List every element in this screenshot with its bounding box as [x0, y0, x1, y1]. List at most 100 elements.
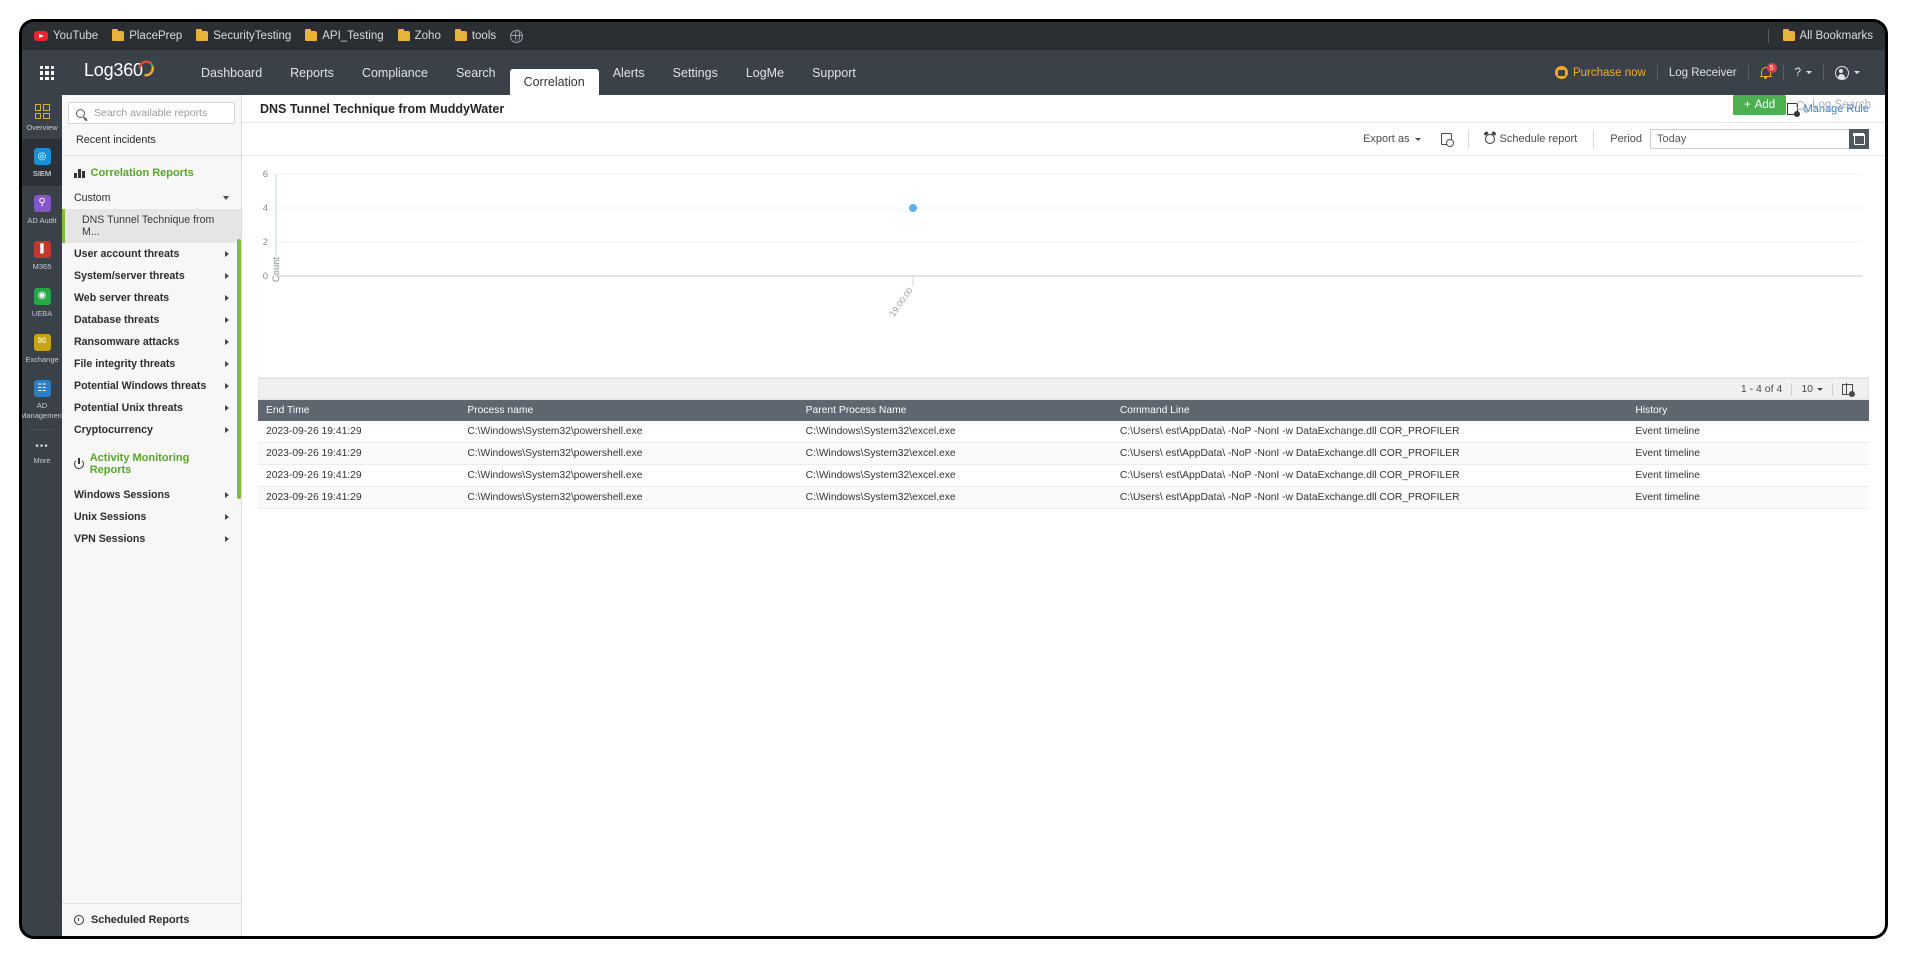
- cell-history-link[interactable]: Event timeline: [1627, 421, 1869, 443]
- sidebar-item-file-integrity-threats[interactable]: File integrity threats: [62, 353, 241, 375]
- divider: [1467, 130, 1469, 148]
- exchange-icon: ✉: [33, 333, 51, 351]
- rail-item-exchange[interactable]: ✉ Exchange: [22, 325, 62, 371]
- cell-history-link[interactable]: Event timeline: [1627, 442, 1869, 465]
- cart-icon: [1554, 66, 1568, 79]
- cell-history-link[interactable]: Event timeline: [1627, 486, 1869, 509]
- rail-item-ad-audit[interactable]: ⚲ AD Audit: [22, 186, 62, 232]
- sidebar-item-unix-sessions[interactable]: Unix Sessions: [62, 506, 241, 528]
- data-point[interactable]: [909, 204, 917, 212]
- export-history-button[interactable]: [1431, 133, 1462, 147]
- bell-icon: 5: [1759, 63, 1777, 79]
- sidebar-item-label: Web server threats: [74, 292, 170, 304]
- bookmark-api-testing[interactable]: API_Testing: [305, 29, 384, 42]
- column-header-parent-process-name[interactable]: Parent Process Name: [797, 400, 1112, 421]
- x-tick-label: 19:00:00: [887, 285, 914, 318]
- nav-tab-alerts[interactable]: Alerts: [599, 50, 659, 95]
- cell-history-link[interactable]: Event timeline: [1627, 464, 1869, 487]
- column-header-command-line[interactable]: Command Line: [1111, 400, 1628, 421]
- rail-item-ueba[interactable]: ◉ UEBA: [22, 279, 62, 325]
- brand-logo: Log360: [84, 60, 143, 80]
- bookmark-zoho[interactable]: Zoho: [397, 29, 441, 42]
- sidebar-item-ransomware-attacks[interactable]: Ransomware attacks: [62, 331, 241, 353]
- purchase-now-button[interactable]: Purchase now: [1544, 66, 1657, 79]
- cell-parent-process-name: C:\Windows\System32\excel.exe: [797, 421, 1112, 443]
- main-navigation: Dashboard Reports Compliance Search Corr…: [187, 50, 870, 95]
- sidebar-item-user-account-threats[interactable]: User account threats: [62, 243, 241, 265]
- calendar-picker-button[interactable]: [1849, 129, 1869, 149]
- divider: [1767, 29, 1769, 43]
- nav-tab-logme[interactable]: LogMe: [732, 50, 798, 95]
- report-chart: Count 6 4 2 0 19:00:00: [258, 156, 1869, 378]
- column-settings-button[interactable]: [1833, 383, 1862, 397]
- sidebar-item-potential-windows-threats[interactable]: Potential Windows threats: [62, 375, 241, 397]
- sidebar-item-label: Potential Windows threats: [74, 380, 207, 392]
- bookmark-tools[interactable]: tools: [454, 29, 496, 42]
- bookmark-label: API_Testing: [322, 30, 384, 42]
- export-as-dropdown[interactable]: Export as: [1353, 133, 1430, 145]
- log-search-button[interactable]: Log Search: [1796, 99, 1871, 111]
- grid-overview-icon: [34, 104, 50, 119]
- cell-process-name: C:\Windows\System32\powershell.exe: [459, 421, 798, 443]
- all-bookmarks-button[interactable]: All Bookmarks: [1782, 29, 1874, 42]
- page-size-dropdown[interactable]: 10: [1792, 383, 1832, 395]
- ad-management-icon: ☷: [33, 380, 51, 398]
- nav-tab-support[interactable]: Support: [798, 50, 870, 95]
- pagination-info: 1 - 4 of 4: [1740, 383, 1783, 395]
- rail-item-m365[interactable]: ❚ M365: [22, 232, 62, 278]
- chevron-right-icon: [225, 339, 229, 345]
- sidebar-item-potential-unix-threats[interactable]: Potential Unix threats: [62, 397, 241, 419]
- sidebar-item-vpn-sessions[interactable]: VPN Sessions: [62, 528, 241, 550]
- column-header-end-time[interactable]: End Time: [258, 400, 460, 421]
- help-button[interactable]: ?: [1784, 67, 1823, 79]
- add-button[interactable]: + Add: [1732, 95, 1787, 115]
- all-bookmarks-label: All Bookmarks: [1799, 30, 1874, 42]
- column-header-history[interactable]: History: [1627, 400, 1869, 421]
- sidebar-item-database-threats[interactable]: Database threats: [62, 309, 241, 331]
- report-table: End Time Process name Parent Process Nam…: [258, 400, 1869, 509]
- bookmark-youtube[interactable]: YouTube: [34, 30, 98, 42]
- user-account-button[interactable]: [1824, 65, 1871, 80]
- cell-command-line: C:\Users\ est\AppData\ -NoP -NonI -w Dat…: [1111, 442, 1628, 465]
- ad-audit-icon: ⚲: [33, 194, 51, 212]
- sidebar-item-system-server-threats[interactable]: System/server threats: [62, 265, 241, 287]
- schedule-report-button[interactable]: Schedule report: [1475, 133, 1588, 145]
- column-header-process-name[interactable]: Process name: [459, 400, 798, 421]
- nav-tab-compliance[interactable]: Compliance: [348, 50, 442, 95]
- folder-icon: [196, 29, 209, 41]
- bookmark-label: SecurityTesting: [213, 30, 292, 42]
- rail-item-overview[interactable]: Overview: [22, 95, 62, 139]
- rail-item-label: SIEM: [32, 169, 52, 179]
- bookmark-globe[interactable]: [509, 29, 524, 43]
- scheduled-reports-button[interactable]: Scheduled Reports: [62, 903, 241, 936]
- export-as-label: Export as: [1363, 133, 1410, 145]
- notifications-button[interactable]: 5: [1749, 63, 1783, 79]
- rail-item-ad-management[interactable]: ☷ AD Management: [22, 371, 64, 427]
- sidebar-item-recent-incidents[interactable]: Recent incidents: [62, 124, 241, 156]
- search-input[interactable]: [92, 106, 231, 120]
- sidebar-item-web-server-threats[interactable]: Web server threats: [62, 287, 241, 309]
- rail-item-more[interactable]: ••• More: [22, 432, 62, 472]
- nav-tab-correlation[interactable]: Correlation: [509, 69, 599, 95]
- sidebar-item-windows-sessions[interactable]: Windows Sessions: [62, 484, 241, 506]
- search-box[interactable]: [68, 102, 235, 124]
- nav-tab-search[interactable]: Search: [442, 50, 510, 95]
- table-header: End Time Process name Parent Process Nam…: [258, 400, 1869, 421]
- nav-tab-dashboard[interactable]: Dashboard: [187, 50, 276, 95]
- sidebar-item-custom[interactable]: Custom: [62, 187, 241, 209]
- nav-tab-settings[interactable]: Settings: [659, 50, 732, 95]
- chevron-right-icon: [225, 405, 229, 411]
- bookmark-securitytesting[interactable]: SecurityTesting: [196, 29, 292, 42]
- app-launcher-icon[interactable]: [40, 66, 54, 80]
- sidebar-scrollbar[interactable]: [237, 239, 241, 499]
- cell-end-time: 2023-09-26 19:41:29: [258, 464, 460, 487]
- rail-item-siem[interactable]: ◎ SIEM: [22, 139, 62, 186]
- nav-tab-reports[interactable]: Reports: [276, 50, 348, 95]
- bookmark-placeprep[interactable]: PlacePrep: [112, 29, 182, 42]
- sidebar-item-dns-tunnel-technique[interactable]: DNS Tunnel Technique from M...: [62, 209, 241, 243]
- period-input[interactable]: [1650, 129, 1850, 149]
- sidebar-item-label: Unix Sessions: [74, 511, 147, 523]
- log-receiver-button[interactable]: Log Receiver: [1658, 67, 1748, 79]
- sidebar-item-cryptocurrency[interactable]: Cryptocurrency: [62, 419, 241, 441]
- folder-icon: [1782, 29, 1795, 41]
